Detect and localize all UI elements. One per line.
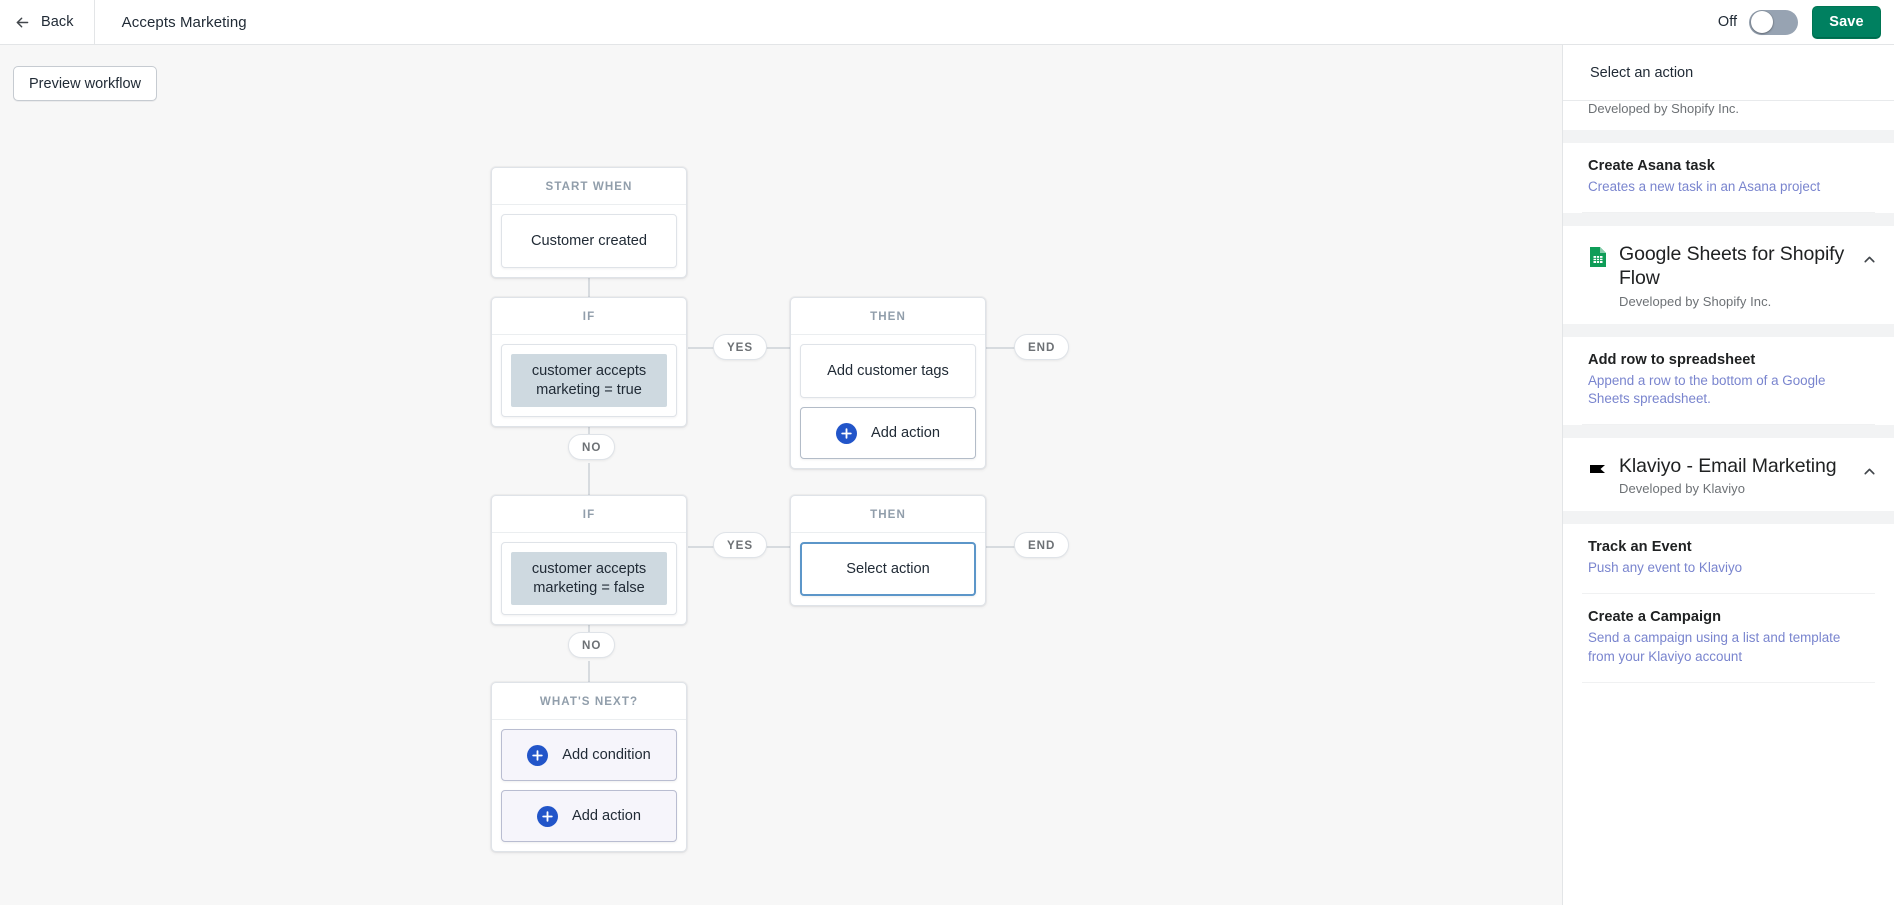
action-title: Create Asana task: [1588, 158, 1869, 174]
add-condition-label: Add condition: [562, 747, 650, 763]
branch-label-no-2: NO: [568, 632, 615, 658]
app-name: Google Sheets for Shopify Flow: [1619, 242, 1850, 290]
branch-label-no-1: NO: [568, 434, 615, 460]
node-if-1[interactable]: IF customer accepts marketing = true: [491, 297, 687, 427]
panel-scroll-area[interactable]: Developed by Shopify Inc. Create Asana t…: [1563, 101, 1894, 905]
then-2-body: Select action: [791, 533, 985, 605]
node-then-2[interactable]: THEN Select action: [790, 495, 986, 606]
back-button[interactable]: Back: [0, 0, 95, 44]
action-description: Send a campaign using a list and templat…: [1588, 629, 1869, 665]
chevron-up-icon[interactable]: [1861, 242, 1878, 273]
trigger-body: Customer created: [492, 205, 686, 277]
then-1-add-action-button[interactable]: Add action: [800, 407, 976, 459]
action-item-create-asana-task[interactable]: Create Asana task Creates a new task in …: [1582, 143, 1875, 213]
action-description: Push any event to Klaviyo: [1588, 559, 1869, 577]
toggle-knob: [1751, 11, 1773, 33]
action-item-add-row-to-spreadsheet[interactable]: Add row to spreadsheet Append a row to t…: [1582, 337, 1875, 425]
toggle-state-label: Off: [1718, 14, 1737, 30]
app-text-block: Google Sheets for Shopify Flow Developed…: [1619, 242, 1850, 308]
add-action-button[interactable]: Add action: [501, 790, 677, 842]
then-1-action-card[interactable]: Add customer tags: [800, 344, 976, 398]
group-separator: [1563, 511, 1894, 524]
then-1-header: THEN: [791, 298, 985, 335]
app-header-klaviyo[interactable]: Klaviyo - Email Marketing Developed by K…: [1563, 438, 1894, 511]
action-title: Track an Event: [1588, 539, 1869, 555]
workflow-enable-toggle-group: Off: [1718, 10, 1798, 35]
group-separator: [1563, 213, 1894, 226]
if-1-condition-card[interactable]: customer accepts marketing = true: [501, 344, 677, 417]
connector-if1-no-bottom: [588, 463, 590, 495]
app-group-google-sheets: Google Sheets for Shopify Flow Developed…: [1563, 226, 1894, 425]
action-title: Create a Campaign: [1588, 609, 1869, 625]
node-then-1[interactable]: THEN Add customer tags Add action: [790, 297, 986, 469]
group-separator: [1563, 425, 1894, 438]
panel-title: Select an action: [1563, 45, 1894, 101]
node-trigger[interactable]: START WHEN Customer created: [491, 167, 687, 278]
google-sheets-icon: [1588, 246, 1608, 268]
node-whats-next[interactable]: WHAT'S NEXT? Add condition Add action: [491, 682, 687, 852]
whats-next-header: WHAT'S NEXT?: [492, 683, 686, 720]
if-2-body: customer accepts marketing = false: [492, 533, 686, 624]
then-2-header: THEN: [791, 496, 985, 533]
trigger-header: START WHEN: [492, 168, 686, 205]
if-2-header: IF: [492, 496, 686, 533]
asana-developer: Developed by Shopify Inc.: [1563, 101, 1894, 130]
action-item-track-an-event[interactable]: Track an Event Push any event to Klaviyo: [1582, 524, 1875, 594]
chevron-up-icon[interactable]: [1861, 454, 1878, 485]
action-picker-panel: Select an action Developed by Shopify In…: [1562, 45, 1894, 905]
save-button[interactable]: Save: [1812, 6, 1881, 39]
app-developer: Developed by Klaviyo: [1619, 481, 1850, 496]
action-description: Append a row to the bottom of a Google S…: [1588, 372, 1869, 408]
branch-label-yes-2: YES: [713, 532, 767, 558]
trigger-card[interactable]: Customer created: [501, 214, 677, 268]
action-description: Creates a new task in an Asana project: [1588, 178, 1869, 196]
group-separator: [1563, 130, 1894, 143]
app-group-asana: Developed by Shopify Inc. Create Asana t…: [1563, 101, 1894, 213]
app-text-block: Klaviyo - Email Marketing Developed by K…: [1619, 454, 1850, 496]
if-1-condition-text: customer accepts marketing = true: [511, 354, 667, 407]
branch-label-yes-1: YES: [713, 334, 767, 360]
then-2-select-action-card[interactable]: Select action: [800, 542, 976, 596]
app-developer: Developed by Shopify Inc.: [1619, 294, 1850, 309]
back-label: Back: [41, 14, 74, 30]
whats-next-body: Add condition Add action: [492, 720, 686, 851]
arrow-left-icon: [14, 14, 31, 31]
plus-circle-icon: [836, 423, 857, 444]
workflow-canvas[interactable]: Preview workflow YES END NO YES END NO S…: [0, 45, 1562, 905]
branch-label-end-2: END: [1014, 532, 1069, 558]
preview-workflow-button[interactable]: Preview workflow: [13, 66, 157, 101]
action-title: Add row to spreadsheet: [1588, 352, 1869, 368]
klaviyo-flag-icon: [1588, 458, 1608, 480]
action-item-create-a-campaign[interactable]: Create a Campaign Send a campaign using …: [1582, 594, 1875, 682]
group-separator: [1563, 324, 1894, 337]
workflow-enable-toggle[interactable]: [1749, 10, 1798, 35]
plus-circle-icon: [537, 806, 558, 827]
add-action-label: Add action: [572, 808, 641, 824]
branch-label-end-1: END: [1014, 334, 1069, 360]
then-1-body: Add customer tags Add action: [791, 335, 985, 468]
add-condition-button[interactable]: Add condition: [501, 729, 677, 781]
top-bar: Back Accepts Marketing Off Save: [0, 0, 1894, 45]
node-if-2[interactable]: IF customer accepts marketing = false: [491, 495, 687, 625]
connector-then2-to-end2: [986, 546, 1016, 548]
if-2-condition-card[interactable]: customer accepts marketing = false: [501, 542, 677, 615]
if-2-condition-text: customer accepts marketing = false: [511, 552, 667, 605]
workflow-title: Accepts Marketing: [122, 14, 247, 31]
app-header-google-sheets[interactable]: Google Sheets for Shopify Flow Developed…: [1563, 226, 1894, 323]
then-1-add-action-label: Add action: [871, 425, 940, 441]
top-bar-actions: Off Save: [1718, 6, 1894, 39]
connector-then1-to-end1: [986, 347, 1016, 349]
plus-circle-icon: [527, 745, 548, 766]
app-name: Klaviyo - Email Marketing: [1619, 454, 1850, 478]
if-1-body: customer accepts marketing = true: [492, 335, 686, 426]
app-group-klaviyo: Klaviyo - Email Marketing Developed by K…: [1563, 438, 1894, 683]
if-1-header: IF: [492, 298, 686, 335]
